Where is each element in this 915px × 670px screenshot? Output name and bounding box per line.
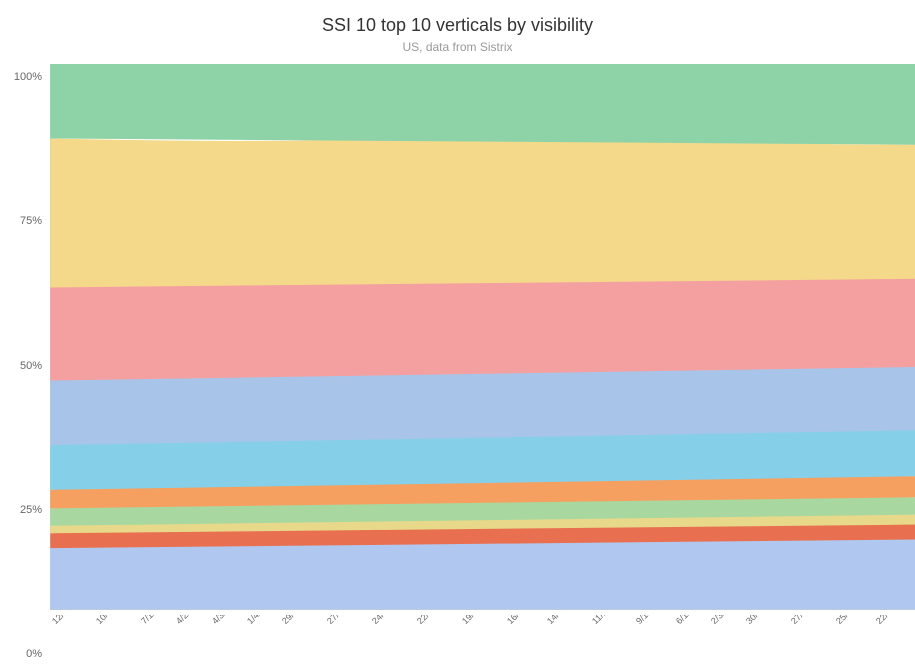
chart-title: SSI 10 top 10 verticals by visibility — [0, 15, 915, 36]
area-references — [50, 64, 915, 145]
y-label-100: 100% — [14, 72, 42, 83]
x-axis: 12/11/2022 10/12/2022 7/1/2023 4/2/2023 … — [50, 615, 915, 670]
chart-subtitle: US, data from Sistrix — [0, 40, 915, 54]
area-chart — [50, 64, 915, 610]
y-label-75: 75% — [20, 216, 42, 227]
y-label-50: 50% — [20, 361, 42, 372]
y-label-25: 25% — [20, 505, 42, 516]
area-ecommerce-retailer — [50, 137, 915, 287]
y-axis: 100% 75% 50% 25% 0% — [5, 64, 50, 670]
chart-container: SSI 10 top 10 verticals by visibility US… — [0, 0, 915, 566]
y-label-0: 0% — [26, 649, 42, 660]
svg-wrapper: 12/11/2022 10/12/2022 7/1/2023 4/2/2023 … — [50, 64, 915, 670]
